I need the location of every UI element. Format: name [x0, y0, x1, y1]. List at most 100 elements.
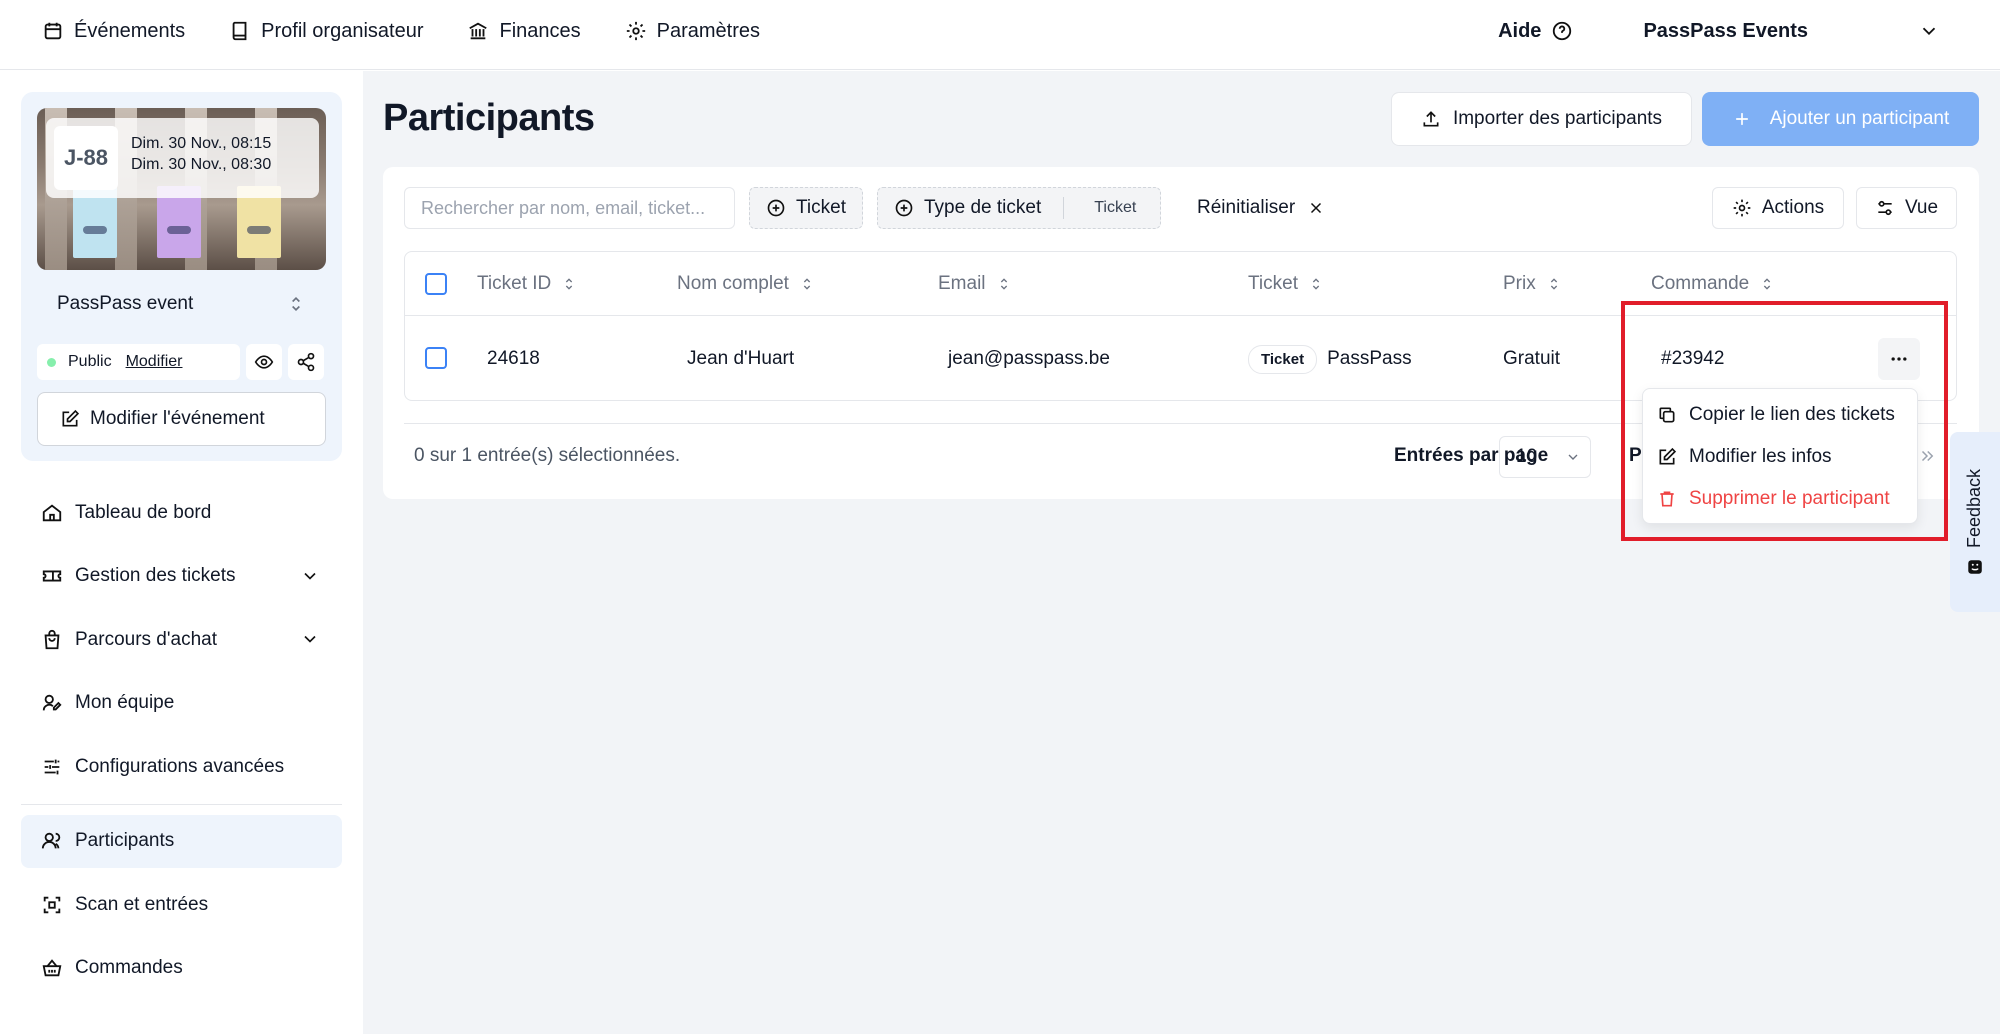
import-participants-button[interactable]: Importer des participants — [1391, 92, 1692, 146]
organization-switcher[interactable]: PassPass Events — [1643, 20, 1940, 43]
share-icon — [297, 352, 315, 372]
visibility-status: Public Modifier — [37, 344, 240, 380]
chevron-down-icon — [304, 635, 316, 643]
edit-event-button[interactable]: Modifier l'événement — [37, 392, 326, 446]
sidebar: J-88 Dim. 30 Nov., 08:15 Dim. 30 Nov., 0… — [0, 71, 363, 1034]
modify-visibility-link[interactable]: Modifier — [126, 353, 183, 371]
eye-icon — [254, 355, 274, 369]
sidebar-item-participants[interactable]: Participants — [21, 814, 342, 868]
smiley-icon — [1968, 559, 1982, 574]
chevrons-right-icon[interactable] — [1918, 447, 1936, 465]
participants-table: Ticket ID Nom complet Email Ticket Prix — [404, 251, 1957, 401]
cell-ticket: Ticket PassPass — [1248, 316, 1412, 402]
plus-circle-icon — [895, 199, 913, 217]
column-header-nom-complet[interactable]: Nom complet — [677, 252, 815, 316]
sort-icon — [1550, 278, 1557, 290]
entries-per-page-select[interactable]: 10 — [1499, 436, 1591, 478]
row-actions-menu: Copier le lien des tickets Modifier les … — [1642, 388, 1918, 524]
top-right: Aide PassPass Events — [1498, 0, 1940, 62]
chevron-down-icon — [1568, 454, 1578, 460]
actions-button[interactable]: Actions — [1712, 187, 1844, 229]
event-date-end: Dim. 30 Nov., 08:30 — [131, 156, 272, 173]
sort-icon — [566, 278, 573, 290]
basket-icon — [42, 959, 62, 977]
topnav-profil-organisateur[interactable]: Profil organisateur — [229, 20, 423, 43]
column-header-prix[interactable]: Prix — [1503, 252, 1562, 316]
event-dates: Dim. 30 Nov., 08:15 Dim. 30 Nov., 08:30 — [131, 133, 271, 175]
help-button[interactable]: Aide — [1498, 20, 1573, 43]
add-participant-button[interactable]: Ajouter un participant — [1702, 92, 1979, 146]
topnav-evenements[interactable]: Événements — [42, 20, 185, 43]
event-selector[interactable]: PassPass event — [37, 282, 326, 326]
sort-icon — [1000, 278, 1007, 290]
question-circle-icon — [1553, 21, 1572, 41]
column-header-ticket[interactable]: Ticket — [1248, 252, 1324, 316]
event-card: J-88 Dim. 30 Nov., 08:15 Dim. 30 Nov., 0… — [21, 92, 342, 461]
countdown-badge: J-88 — [54, 126, 118, 190]
sidebar-item-tableau-de-bord[interactable]: Tableau de bord — [21, 486, 342, 539]
chevron-down-icon — [304, 572, 316, 580]
calendar-icon — [44, 22, 62, 40]
top-navigation-bar: Événements Profil organisateur Finances … — [0, 0, 2000, 70]
sidebar-item-parcours-d-achat[interactable]: Parcours d'achat — [21, 613, 342, 666]
sort-icon — [1764, 278, 1771, 290]
filter-ticket[interactable]: Ticket — [749, 187, 863, 229]
sidebar-item-scan-et-entrees[interactable]: Scan et entrées — [21, 878, 342, 931]
cell-name: Jean d'Huart — [687, 348, 795, 369]
column-header-commande[interactable]: Commande — [1651, 252, 1775, 316]
bank-icon — [469, 22, 488, 40]
column-header-email[interactable]: Email — [938, 252, 1012, 316]
row-checkbox[interactable] — [425, 347, 447, 369]
main-content: Participants Importer des participants A… — [363, 71, 2000, 1034]
users-icon — [41, 832, 61, 849]
filter-ticket-type[interactable]: Type de ticket Ticket — [877, 187, 1162, 229]
chevrons-up-down-icon — [292, 296, 300, 312]
menu-item-delete-participant[interactable]: Supprimer le participant — [1657, 483, 1890, 515]
row-more-actions-button[interactable] — [1878, 338, 1920, 380]
top-nav: Événements Profil organisateur Finances … — [42, 0, 760, 62]
visibility-label: Public — [68, 353, 112, 370]
close-icon — [1311, 202, 1322, 214]
preview-button[interactable] — [246, 344, 282, 380]
search-input[interactable] — [404, 187, 735, 229]
feedback-tab[interactable]: Feedback — [1950, 432, 2000, 612]
copy-icon — [1659, 407, 1675, 423]
status-dot — [47, 357, 56, 367]
sidebar-item-configurations-avancees[interactable]: Configurations avancées — [21, 740, 342, 793]
share-button[interactable] — [288, 344, 324, 380]
book-icon — [232, 21, 247, 41]
sidebar-item-mon-equipe[interactable]: Mon équipe — [21, 677, 342, 730]
settings-sliders-icon — [1878, 200, 1892, 216]
sidebar-item-gestion-des-tickets[interactable]: Gestion des tickets — [21, 550, 342, 603]
sidebar-menu: Tableau de bord Gestion des tickets Parc… — [21, 486, 342, 1005]
home-icon — [42, 504, 62, 521]
gear-icon — [1733, 199, 1751, 217]
sort-icon — [803, 278, 811, 290]
topnav-finances[interactable]: Finances — [467, 20, 581, 43]
chevron-down-icon — [1922, 27, 1936, 36]
ticket-tag: Ticket — [1248, 344, 1318, 374]
visibility-row: Public Modifier — [37, 344, 324, 380]
table-header: Ticket ID Nom complet Email Ticket Prix — [405, 252, 1956, 316]
chip-separator — [1063, 197, 1065, 219]
sidebar-item-commandes[interactable]: Commandes — [21, 942, 342, 995]
selected-count: 0 sur 1 entrée(s) sélectionnées. — [414, 445, 681, 466]
ticket-icon — [42, 570, 62, 582]
filter-ticket-type-value: Ticket — [1094, 199, 1137, 216]
cell-ticket-id: 24618 — [487, 348, 540, 369]
menu-item-edit-info[interactable]: Modifier les infos — [1657, 441, 1832, 473]
page-indicator: P — [1629, 445, 1642, 466]
column-header-ticket-id[interactable]: Ticket ID — [477, 252, 577, 316]
select-all-checkbox[interactable] — [425, 273, 447, 295]
bag-icon — [44, 629, 60, 649]
topnav-parametres[interactable]: Paramètres — [625, 20, 760, 43]
plus-icon — [1735, 113, 1748, 125]
view-button[interactable]: Vue — [1856, 187, 1957, 229]
page-title: Participants — [383, 97, 595, 139]
user-edit-icon — [42, 694, 62, 711]
scan-icon — [43, 896, 61, 913]
reset-filters-button[interactable]: Réinitialiser — [1197, 187, 1325, 229]
ticket-name: PassPass — [1327, 348, 1412, 369]
menu-item-copy-ticket-link[interactable]: Copier le lien des tickets — [1657, 399, 1895, 431]
event-date-start: Dim. 30 Nov., 08:15 — [131, 135, 272, 152]
